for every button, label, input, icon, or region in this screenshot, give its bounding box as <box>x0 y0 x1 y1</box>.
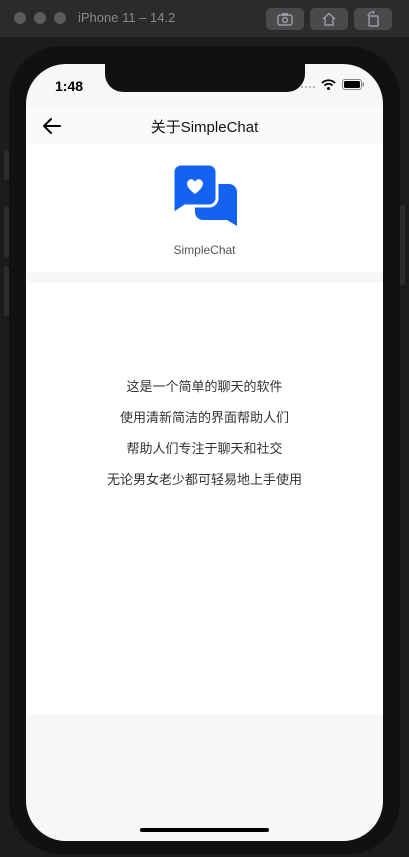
description-line: 使用清新简洁的界面帮助人们 <box>119 410 289 425</box>
chat-bubble-heart-icon <box>173 164 237 226</box>
simulator-toolbar: iPhone 11 – 14.2 <box>0 0 409 37</box>
page-title: 关于SimpleChat <box>150 119 259 136</box>
signal-icon <box>301 85 315 88</box>
simulator-title: iPhone 11 – 14.2 <box>78 10 176 25</box>
close-window-button[interactable] <box>14 12 26 24</box>
app-name: SimpleChat <box>173 243 236 257</box>
home-icon <box>322 12 336 26</box>
rotate-icon <box>367 11 379 27</box>
description-line: 帮助人们专注于聊天和社交 <box>126 441 283 456</box>
nav-header: 关于SimpleChat <box>26 108 383 144</box>
volume-up-button <box>4 207 9 257</box>
description-line: 这是一个简单的聊天的软件 <box>126 379 283 394</box>
notch <box>105 64 305 92</box>
home-button[interactable] <box>310 8 348 30</box>
mute-switch <box>4 150 9 180</box>
power-button <box>400 205 405 285</box>
about-section: SimpleChat <box>26 144 383 272</box>
description-section: 这是一个简单的聊天的软件 使用清新简洁的界面帮助人们 帮助人们专注于聊天和社交 … <box>26 283 383 715</box>
minimize-window-button[interactable] <box>34 12 46 24</box>
wifi-icon <box>321 79 336 90</box>
rotate-button[interactable] <box>354 8 392 30</box>
screenshot-button[interactable] <box>266 8 304 30</box>
zoom-window-button[interactable] <box>54 12 66 24</box>
camera-icon <box>277 13 293 26</box>
phone-screen: 1:48 关于SimpleChat SimpleChat 这是一个简单的聊天的软… <box>26 64 383 841</box>
status-time: 1:48 <box>55 78 84 94</box>
battery-icon <box>342 79 364 90</box>
home-indicator[interactable] <box>140 828 269 832</box>
volume-down-button <box>4 266 9 316</box>
description-line: 无论男女老少都可轻易地上手使用 <box>106 472 302 487</box>
status-icons <box>301 79 365 90</box>
